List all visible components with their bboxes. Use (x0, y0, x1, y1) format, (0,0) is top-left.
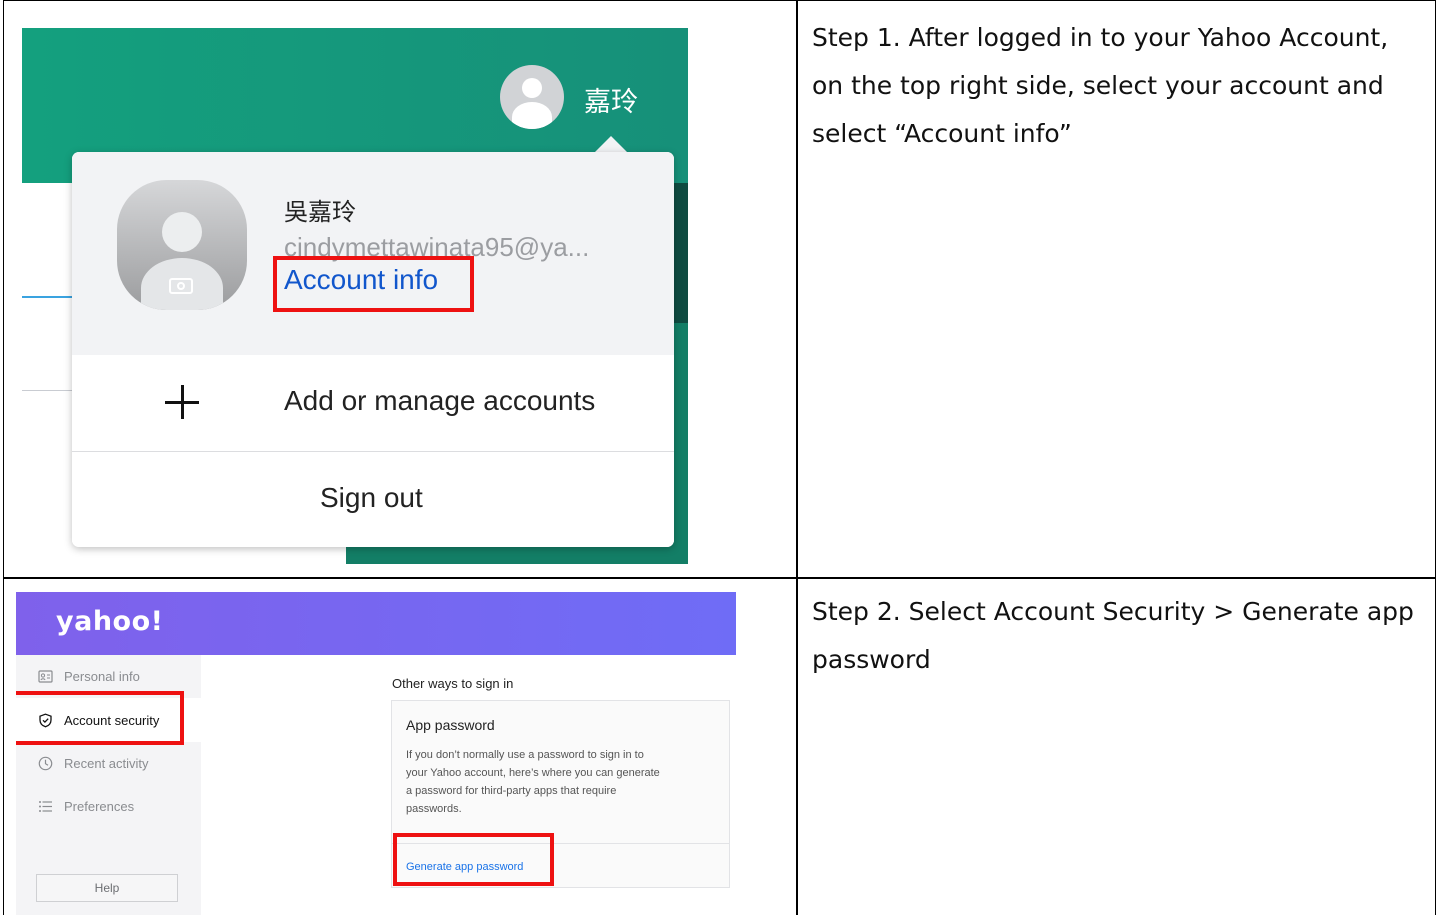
yahoo-logo[interactable]: yahoo! (56, 606, 163, 637)
yahoo-header-bar: yahoo! (16, 592, 736, 655)
account-full-name: 吳嘉玲 (284, 198, 356, 226)
header-account-name[interactable]: 嘉玲 (584, 80, 638, 119)
header-avatar[interactable] (500, 65, 564, 129)
clock-icon (38, 756, 53, 771)
sign-out-item[interactable]: Sign out (72, 452, 674, 547)
highlight-box-generate-link (393, 833, 554, 886)
avatar-head-icon (522, 78, 542, 98)
section-title: Other ways to sign in (392, 676, 514, 691)
table-row-divider (3, 577, 1436, 579)
sidebar-item-personal-info[interactable]: Personal info (64, 669, 140, 684)
id-card-icon (38, 670, 53, 683)
add-manage-accounts-label: Add or manage accounts (284, 385, 596, 416)
divider-line (22, 390, 74, 391)
screenshot-account-menu: 嘉玲 吳嘉玲 cindymettawinata95@ya... Account … (22, 28, 688, 564)
profile-avatar[interactable] (117, 180, 247, 310)
account-menu-header: 吳嘉玲 cindymettawinata95@ya... Account inf… (72, 152, 674, 356)
step-1-text: Step 1. After logged in to your Yahoo Ac… (812, 23, 1389, 148)
plus-icon (165, 385, 199, 419)
help-button[interactable]: Help (36, 874, 178, 902)
account-menu: 吳嘉玲 cindymettawinata95@ya... Account inf… (72, 152, 674, 547)
step-2-text: Step 2. Select Account Security > Genera… (812, 597, 1414, 674)
avatar-body-icon (512, 102, 552, 129)
sidebar-item-recent-activity[interactable]: Recent activity (64, 756, 149, 771)
card-title: App password (406, 717, 495, 733)
sign-out-label: Sign out (320, 482, 423, 513)
underline-accent (22, 296, 74, 298)
screenshot-account-security: yahoo! Personal info Account security Re… (16, 592, 736, 915)
avatar-head-icon (162, 212, 202, 252)
camera-icon[interactable] (169, 278, 193, 294)
highlight-box-account-info (273, 256, 474, 312)
card-description: If you don’t normally use a password to … (406, 749, 660, 815)
highlight-box-account-security (16, 691, 184, 745)
menu-caret (594, 136, 628, 153)
table-column-divider (796, 0, 798, 915)
list-icon (39, 801, 52, 812)
sidebar-item-preferences[interactable]: Preferences (64, 799, 134, 814)
page-background-dark (674, 183, 688, 323)
add-manage-accounts-item[interactable]: Add or manage accounts (72, 355, 674, 452)
